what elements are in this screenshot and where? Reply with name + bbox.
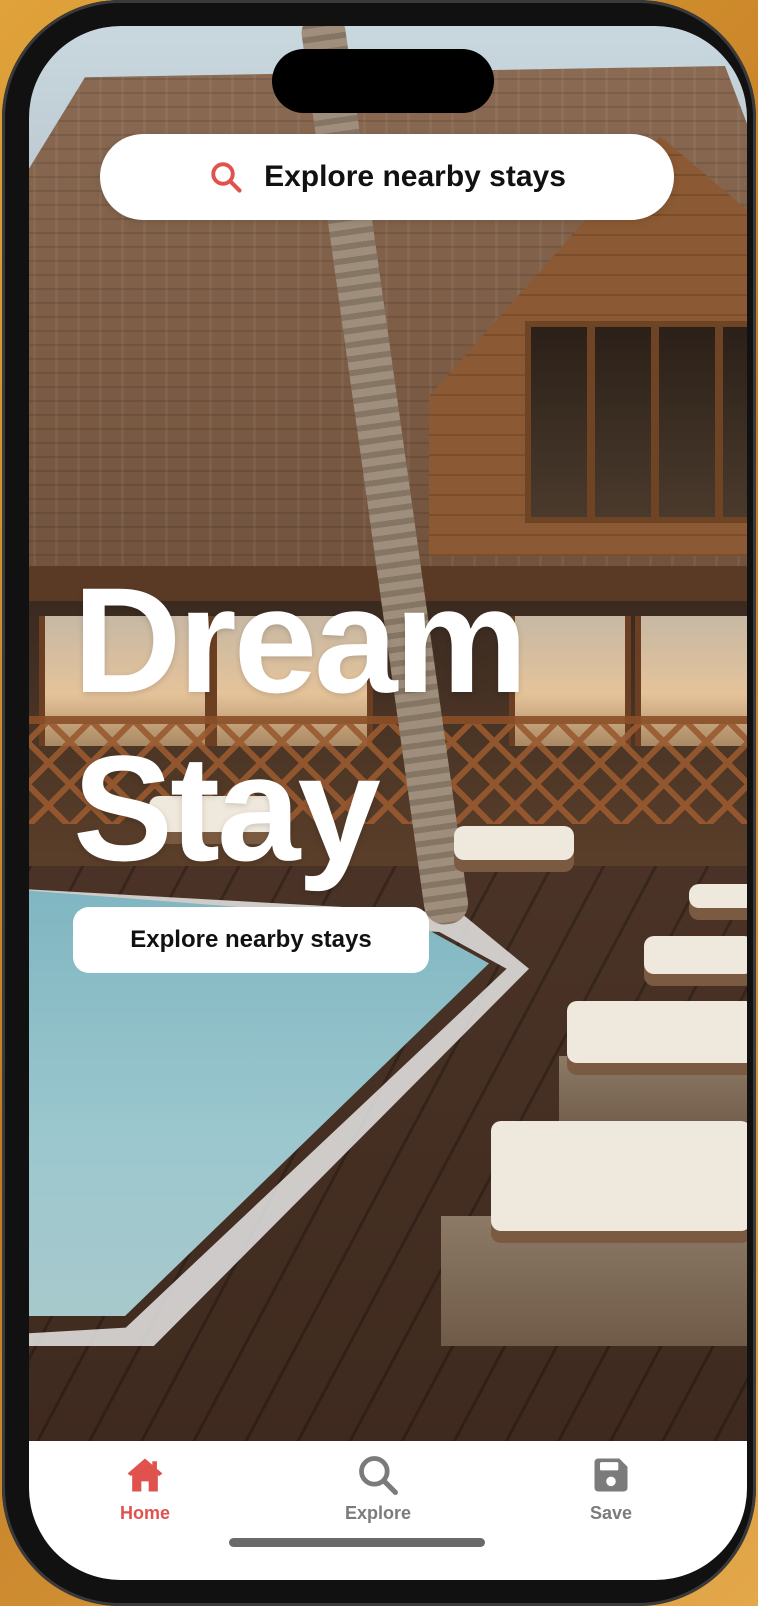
photo-lounger <box>567 1001 747 1063</box>
search-icon <box>211 162 242 193</box>
photo-lounger <box>644 936 747 974</box>
tab-save[interactable]: Save <box>541 1453 681 1533</box>
bottom-tab-bar: Home Explore Save <box>29 1441 747 1580</box>
search-icon <box>359 1456 398 1495</box>
tab-explore[interactable]: Explore <box>308 1453 448 1533</box>
tab-home-label: Home <box>119 1503 170 1523</box>
home-icon <box>127 1458 163 1492</box>
save-icon <box>594 1458 628 1492</box>
photo-window <box>653 321 721 523</box>
explore-nearby-button[interactable]: Explore nearby stays <box>73 907 429 973</box>
home-indicator <box>229 1538 485 1547</box>
hero-title: Dream Stay <box>73 556 633 892</box>
photo-window <box>717 321 747 523</box>
search-bar[interactable]: Explore nearby stays <box>100 134 674 220</box>
tab-home[interactable]: Home <box>75 1453 215 1533</box>
tab-explore-label: Explore <box>344 1503 412 1523</box>
photo-lounger <box>491 1121 747 1231</box>
app-screen: Explore nearby stays Dream Stay Explore … <box>29 26 747 1580</box>
search-bar-label: Explore nearby stays <box>264 160 566 193</box>
tab-save-label: Save <box>589 1503 633 1523</box>
phone-frame: Explore nearby stays Dream Stay Explore … <box>2 0 756 1606</box>
photo-lounger-base <box>441 1216 747 1346</box>
dynamic-island <box>272 49 494 113</box>
photo-lounger <box>689 884 747 908</box>
photo-window <box>525 321 593 523</box>
photo-window <box>589 321 657 523</box>
hero-title-line1: Dream <box>73 556 528 724</box>
hero-title-line2: Stay <box>73 724 381 892</box>
